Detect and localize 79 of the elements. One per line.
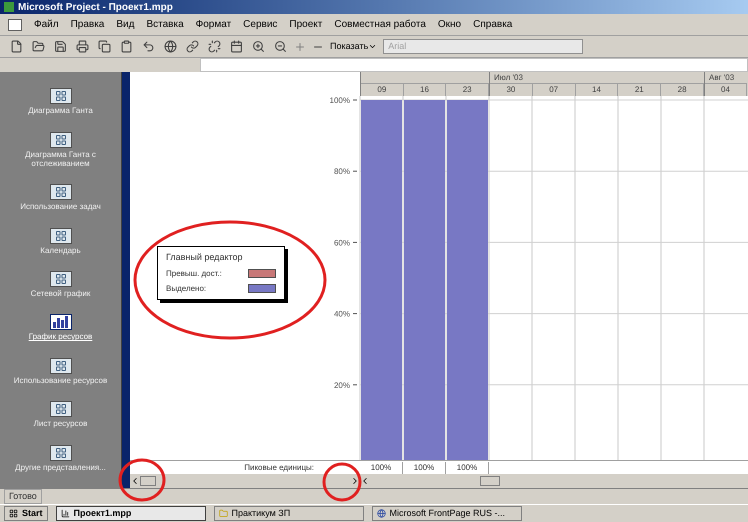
legend-label: Превыш. дост.: — [166, 268, 222, 280]
view-icon — [50, 444, 72, 461]
peak-units-label: Пиковые единицы: — [243, 462, 315, 474]
toolbar-button[interactable] — [96, 38, 112, 54]
month-label: Авг '03 — [709, 72, 734, 84]
toolbar-button[interactable] — [30, 38, 46, 54]
add-button[interactable] — [294, 40, 306, 52]
view-icon — [50, 270, 72, 287]
week-label: 09 — [361, 84, 404, 96]
menu-item[interactable]: Файл — [34, 17, 59, 32]
annotation-circle — [322, 462, 362, 502]
y-tick: 40% — [334, 310, 358, 319]
toolbar-button[interactable] — [74, 38, 90, 54]
y-tick: 80% — [334, 167, 358, 176]
status-text: Готово — [4, 488, 42, 504]
week-label: 23 — [446, 84, 490, 96]
view-label[interactable]: Диаграмма Ганта — [6, 106, 116, 116]
toolbar-button[interactable] — [52, 38, 68, 54]
y-tick: 60% — [334, 238, 358, 248]
taskbar-button[interactable]: Практикум ЗП — [214, 506, 364, 522]
toolbar-button[interactable] — [206, 38, 222, 54]
week-label: 16 — [404, 84, 446, 96]
menu-item[interactable]: Справка — [473, 17, 512, 32]
y-tick-label: 60% — [334, 238, 350, 248]
menu-item[interactable]: Проект — [289, 17, 322, 32]
menu-item[interactable]: Формат — [196, 17, 232, 32]
view-label[interactable]: Использование ресурсов — [6, 376, 116, 385]
globe-icon — [376, 509, 386, 518]
y-tick-label: 80% — [334, 167, 350, 176]
legend-label: Выделено: — [166, 282, 206, 294]
toolbar-button[interactable] — [250, 38, 266, 54]
view-label[interactable]: Диаграмма Ганта с отслеживанием — [6, 150, 116, 168]
menu-item[interactable]: Вид — [116, 17, 134, 32]
y-tick-label: 20% — [334, 380, 350, 390]
y-tick: 100% — [330, 96, 358, 105]
window-title: Microsoft Project - Проект1.mpp — [18, 0, 173, 14]
view-label[interactable]: Использование задач — [6, 202, 116, 212]
view-icon — [50, 132, 72, 148]
y-tick-label: 40% — [334, 310, 350, 319]
toolbar-button[interactable] — [184, 38, 200, 54]
toolbar-button[interactable] — [162, 38, 178, 54]
view-icon — [50, 401, 72, 418]
view-icon — [50, 314, 72, 330]
week-label: 04 — [705, 84, 747, 96]
menu-item[interactable]: Окно — [438, 17, 462, 32]
week-label: 28 — [661, 84, 704, 96]
menu-item[interactable]: Сервис — [243, 17, 278, 32]
week-label: 30 — [490, 84, 533, 96]
week-label: 21 — [618, 84, 662, 96]
view-label[interactable]: Сетевой график — [6, 288, 116, 298]
view-icon — [50, 358, 72, 374]
folder-icon — [218, 509, 228, 518]
toolbar-button[interactable] — [272, 38, 288, 54]
view-label[interactable]: График ресурсов — [6, 332, 116, 342]
chart-icon — [60, 509, 70, 518]
legend-title: Главный редактор — [166, 251, 244, 264]
view-icon — [50, 88, 72, 104]
toolbar-button[interactable] — [228, 38, 244, 54]
start-button[interactable]: Start — [4, 506, 48, 522]
week-label: 07 — [532, 84, 576, 96]
menu-item[interactable]: Правка — [70, 17, 104, 32]
caret-icon — [368, 42, 378, 51]
view-label[interactable]: Календарь — [6, 246, 116, 255]
document-icon — [8, 18, 22, 30]
y-tick: 20% — [334, 380, 358, 390]
show-dropdown[interactable]: Показать — [330, 40, 378, 54]
app-icon — [4, 2, 14, 12]
menu-item[interactable]: Совместная работа — [334, 17, 426, 32]
view-label[interactable]: Лист ресурсов — [6, 419, 116, 428]
entry-field[interactable] — [200, 58, 748, 72]
view-icon — [50, 228, 72, 244]
taskbar-button[interactable]: Проект1.mpp — [56, 506, 206, 522]
month-label: Июл '03 — [494, 72, 523, 84]
menu-item[interactable]: Вставка — [146, 17, 184, 32]
taskbar-button[interactable]: Microsoft FrontPage RUS -... — [372, 506, 522, 522]
week-label: 14 — [576, 84, 618, 96]
annotation-circle — [118, 458, 166, 502]
y-tick-label: 100% — [330, 96, 350, 105]
view-icon — [50, 184, 72, 200]
